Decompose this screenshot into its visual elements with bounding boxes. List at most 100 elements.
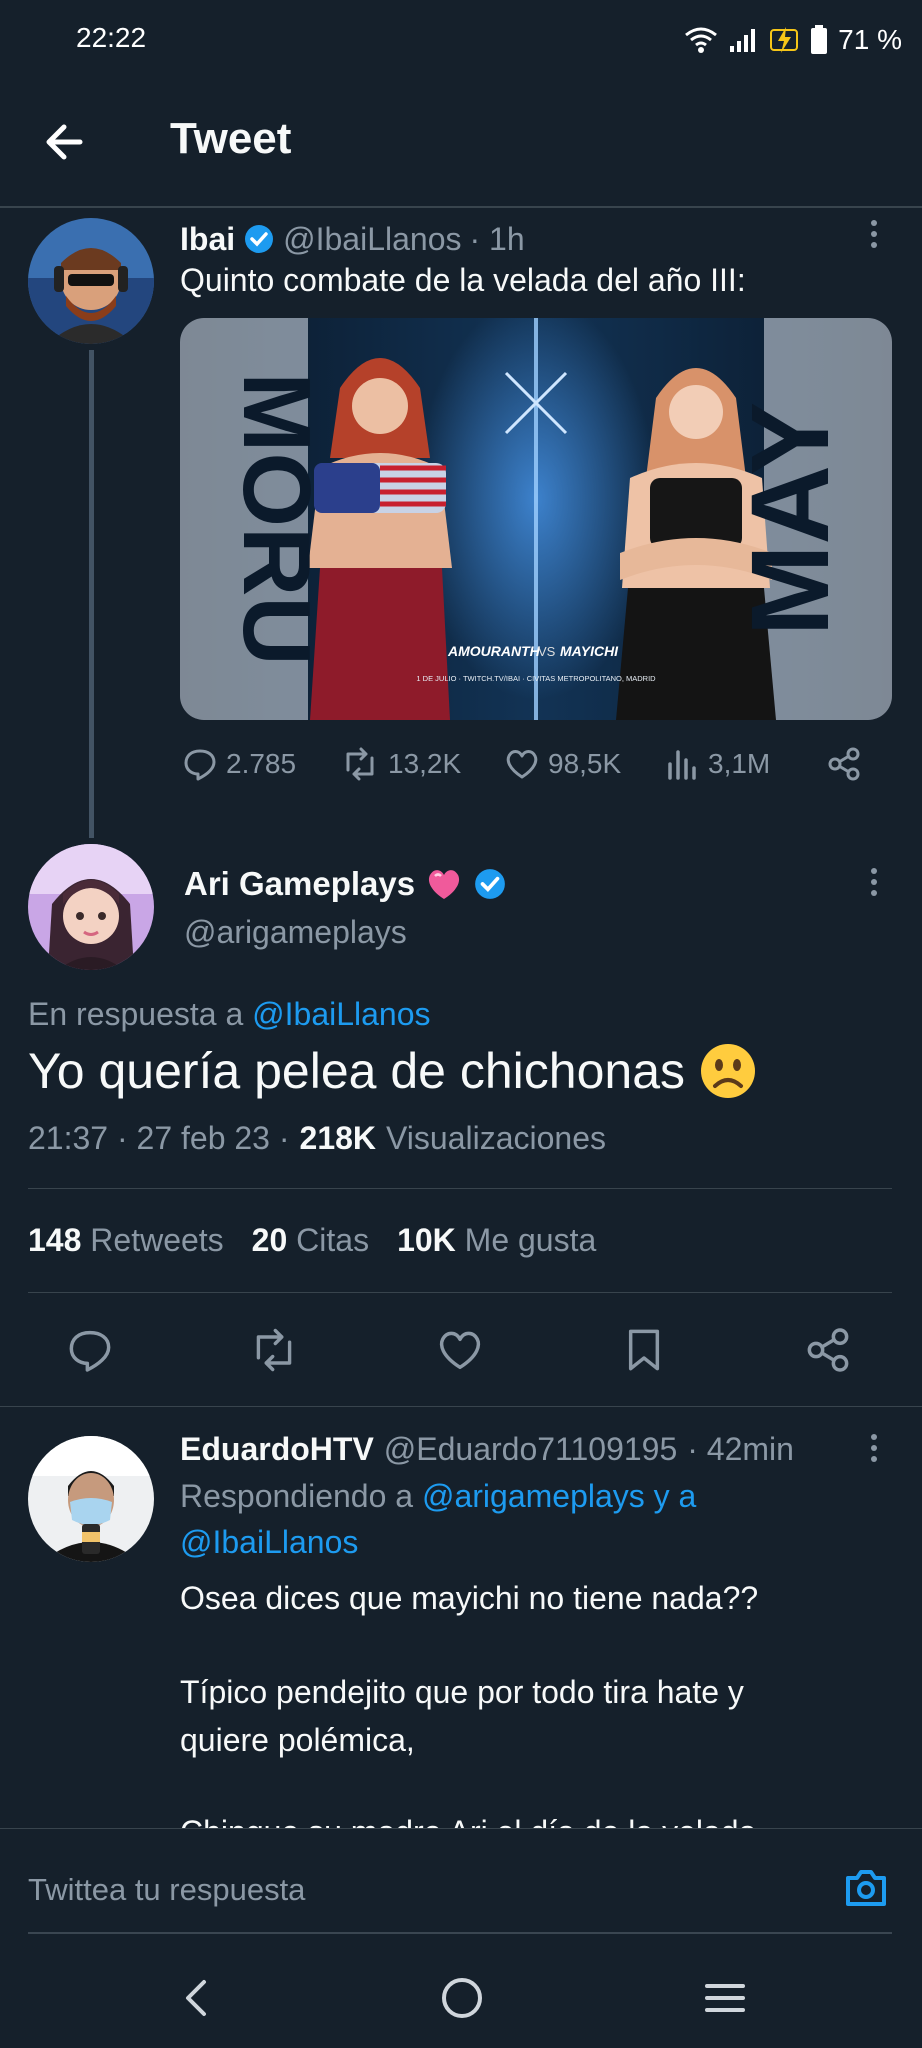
retweets-summary[interactable]: 148 Retweets: [28, 1222, 224, 1259]
signal-icon: [728, 26, 758, 54]
retweet-count: 13,2K: [388, 748, 462, 779]
frowning-face-emoji: [699, 1042, 757, 1100]
tweet-time: · 1h: [469, 220, 525, 257]
divider: [28, 1292, 892, 1293]
page-title: Tweet: [170, 114, 292, 163]
author-name[interactable]: Ibai: [180, 221, 235, 258]
like-button[interactable]: 98,5K: [504, 746, 621, 782]
divider: [28, 1188, 892, 1189]
reply-time: · 42min: [687, 1430, 794, 1467]
reply-text-line: quiere polémica,: [180, 1722, 415, 1758]
replying-to: Respondiendo a @arigameplays y a: [180, 1478, 696, 1515]
like-count: 98,5K: [548, 748, 622, 779]
dot: [871, 868, 877, 874]
retweet-button[interactable]: 13,2K: [340, 746, 461, 782]
reply-icon: [184, 749, 216, 781]
reply-context-prefix: En respuesta a: [28, 996, 244, 1032]
media-fight-name-b: MAYICHI: [560, 643, 619, 659]
arrow-left-icon: [46, 124, 83, 160]
eduardo-avatar[interactable]: [28, 1436, 154, 1562]
reply-text-line: Osea dices que mayichi no tiene nada??: [180, 1580, 759, 1616]
retweet-icon: [346, 747, 374, 781]
tweet-media-image[interactable]: MORU MAY AMOURANTH VS MAYICHI 1 DE JULIO…: [180, 318, 892, 720]
chevron-left-icon: [186, 1980, 206, 2016]
heart-icon: [439, 1331, 481, 1370]
author-handle[interactable]: @IbaiLlanos: [283, 221, 461, 258]
status-icons: 71 %: [684, 20, 902, 60]
author-handle[interactable]: @arigameplays: [184, 914, 407, 951]
views-button[interactable]: 3,1M: [666, 746, 770, 782]
divider: [0, 1828, 922, 1829]
reply-button[interactable]: 2.785: [182, 746, 296, 782]
camera-icon: [846, 1870, 886, 1906]
media-right-text: MAY: [729, 402, 852, 636]
pink-heart-emoji-icon: [425, 866, 463, 902]
system-recents-button[interactable]: [702, 1976, 748, 2020]
composer-underline: [28, 1932, 892, 1934]
dot: [871, 1445, 877, 1451]
system-home-button[interactable]: [440, 1976, 484, 2020]
likes-summary[interactable]: 10K Me gusta: [397, 1222, 596, 1259]
author-handle[interactable]: @Eduardo71109195: [384, 1431, 677, 1468]
camera-button[interactable]: [842, 1864, 890, 1912]
replying-to-prefix: Respondiendo a: [180, 1478, 414, 1514]
dot: [871, 220, 877, 226]
retweets-label: Retweets: [90, 1222, 224, 1258]
reply-text-line-cut: Chingue su madre Ari el día de la velada: [180, 1810, 756, 1828]
ibai-tweet-header: Ibai @IbaiLlanos · 1h: [180, 218, 525, 260]
quotes-count: 20: [251, 1222, 288, 1258]
reply-composer-input[interactable]: Twittea tu respuesta: [28, 1872, 305, 1908]
replying-to-mentions[interactable]: @arigameplays y a: [422, 1478, 696, 1514]
dot: [871, 242, 877, 248]
views-count: 218K: [299, 1120, 377, 1156]
author-name[interactable]: Ari Gameplays: [184, 865, 415, 903]
quotes-summary[interactable]: 20 Citas: [252, 1222, 369, 1259]
views-chart-icon: [668, 750, 696, 780]
home-circle-icon: [442, 1978, 482, 2018]
dot: [871, 1434, 877, 1440]
status-time: 22:22: [76, 22, 147, 53]
ibai-avatar[interactable]: [28, 218, 154, 344]
battery-level: 71 %: [838, 24, 902, 55]
tweet-timestamp: 21:37 · 27 feb 23 ·: [28, 1120, 290, 1156]
like-button[interactable]: [436, 1326, 484, 1374]
dot: [871, 1456, 877, 1462]
reply-button[interactable]: [66, 1326, 114, 1374]
bookmark-button[interactable]: [620, 1326, 668, 1374]
reply-text-line: Chingue su madre Ari el día de la velada: [180, 1814, 756, 1828]
more-options-button[interactable]: [854, 214, 894, 254]
menu-lines-icon: [705, 1984, 745, 2012]
share-button[interactable]: [826, 746, 862, 782]
dot: [871, 231, 877, 237]
battery-icon: [810, 25, 828, 55]
wifi-icon: [684, 25, 718, 55]
more-options-button[interactable]: [854, 1428, 894, 1468]
reply-count: 2.785: [226, 748, 297, 779]
engagement-summary: 148 Retweets 20 Citas 10K Me gusta: [28, 1222, 596, 1259]
dot: [871, 879, 877, 885]
replying-to-mention-2[interactable]: @IbaiLlanos: [180, 1524, 358, 1561]
likes-count: 10K: [397, 1222, 456, 1258]
media-fight-name-a: AMOURANTH: [447, 643, 541, 659]
retweet-button[interactable]: [248, 1326, 300, 1374]
media-fight-subtitle: 1 DE JULIO · TWITCH.TV/IBAI · CIVITAS ME…: [416, 674, 656, 683]
ari-avatar[interactable]: [28, 844, 154, 970]
divider: [0, 1406, 922, 1407]
share-button[interactable]: [804, 1326, 852, 1374]
media-fight-vs: VS: [538, 644, 556, 659]
reply-context-mention[interactable]: @IbaiLlanos: [252, 996, 430, 1032]
media-left-text: MORU: [223, 372, 330, 665]
system-back-button[interactable]: [176, 1976, 216, 2020]
views-label: Visualizaciones: [386, 1120, 606, 1156]
dot: [871, 890, 877, 896]
author-name[interactable]: EduardoHTV: [180, 1431, 374, 1468]
verified-badge-icon: [473, 867, 507, 901]
heart-icon: [506, 750, 538, 779]
retweets-count: 148: [28, 1222, 82, 1258]
share-icon: [807, 1328, 849, 1372]
back-button[interactable]: [36, 112, 96, 172]
likes-label: Me gusta: [464, 1222, 597, 1258]
reply-text-line: Típico pendejito que por todo tira hate …: [180, 1674, 744, 1710]
more-options-button[interactable]: [854, 862, 894, 902]
tweet-meta: 21:37 · 27 feb 23 · 218K Visualizaciones: [28, 1120, 606, 1157]
